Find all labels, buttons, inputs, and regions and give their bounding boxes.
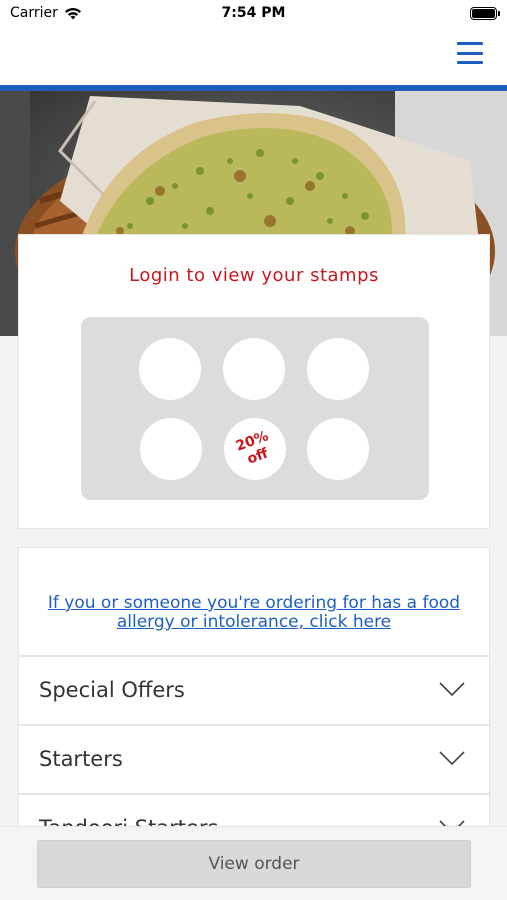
allergy-notice-card: If you or someone you're ordering for ha… xyxy=(18,547,490,656)
stamp-slot xyxy=(223,338,285,400)
menu-section-special-offers[interactable]: Special Offers xyxy=(18,656,490,725)
loyalty-stamp-card: Login to view your stamps 20% off xyxy=(18,234,490,529)
menu-section-starters[interactable]: Starters xyxy=(18,725,490,794)
view-order-button[interactable]: View order xyxy=(37,840,471,888)
status-bar: Carrier 7:54 PM xyxy=(0,0,507,30)
hamburger-menu-icon[interactable] xyxy=(457,42,483,64)
stamp-reward-slot: 20% off xyxy=(224,418,286,480)
allergy-info-link[interactable]: If you or someone you're ordering for ha… xyxy=(39,594,469,632)
chevron-down-icon xyxy=(439,751,465,766)
stamp-slot xyxy=(139,338,201,400)
top-nav-bar xyxy=(0,30,507,85)
stamp-slot xyxy=(140,418,202,480)
login-to-view-stamps-link[interactable]: Login to view your stamps xyxy=(19,265,489,286)
menu-section-label: Starters xyxy=(39,747,123,771)
stamp-grid: 20% off xyxy=(81,317,429,500)
stamp-slot xyxy=(307,418,369,480)
clock: 7:54 PM xyxy=(221,5,286,21)
reward-text: 20% off xyxy=(233,428,271,468)
bottom-action-bar: View order xyxy=(0,826,507,900)
menu-section-label: Special Offers xyxy=(39,678,185,702)
stamp-slot xyxy=(307,338,369,400)
chevron-down-icon xyxy=(439,682,465,697)
battery-icon xyxy=(470,7,500,20)
